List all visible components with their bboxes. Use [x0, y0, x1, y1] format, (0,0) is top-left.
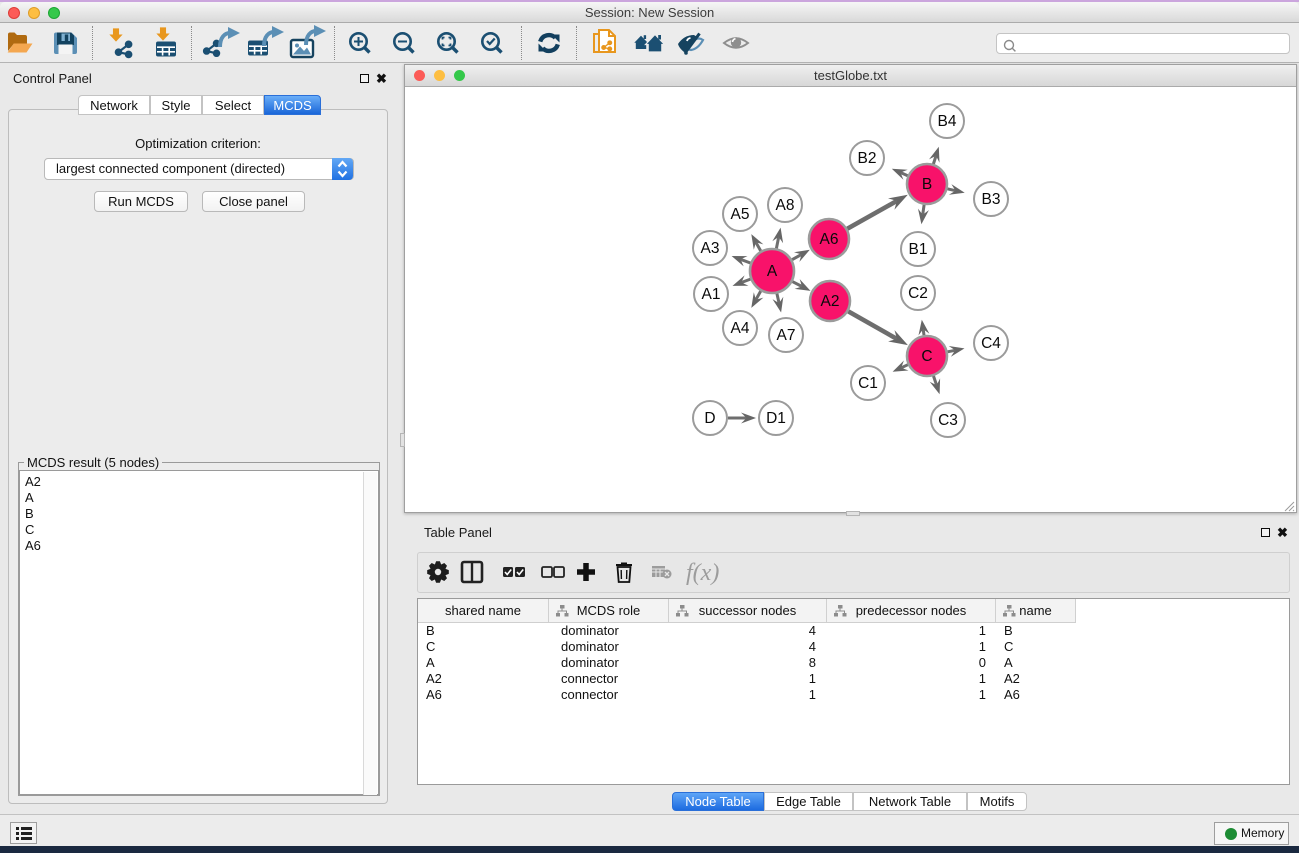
svg-text:B4: B4: [938, 113, 957, 130]
svg-text:A2: A2: [821, 293, 840, 310]
svg-text:B3: B3: [982, 191, 1001, 208]
svg-text:A1: A1: [702, 286, 721, 303]
svg-text:A5: A5: [731, 206, 750, 223]
svg-text:C2: C2: [908, 285, 928, 302]
svg-text:D: D: [704, 410, 715, 427]
svg-text:A7: A7: [777, 327, 796, 344]
svg-text:B1: B1: [909, 241, 928, 258]
svg-text:C3: C3: [938, 412, 958, 429]
svg-text:C1: C1: [858, 375, 878, 392]
svg-text:B2: B2: [858, 150, 877, 167]
svg-text:C4: C4: [981, 335, 1001, 352]
svg-text:f(x): f(x): [686, 560, 719, 586]
svg-text:D1: D1: [766, 410, 786, 427]
svg-text:C: C: [921, 348, 932, 365]
svg-text:B: B: [922, 176, 932, 193]
svg-text:A3: A3: [701, 240, 720, 257]
svg-text:A4: A4: [731, 320, 750, 337]
svg-text:A8: A8: [776, 197, 795, 214]
svg-text:A: A: [767, 263, 778, 280]
svg-text:A6: A6: [820, 231, 839, 248]
